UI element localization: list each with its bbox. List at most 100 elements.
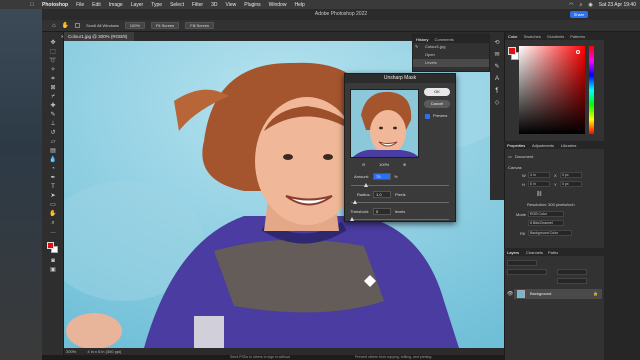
control-center-icon[interactable]: ◉ <box>588 2 592 8</box>
menu-plugins[interactable]: Plugins <box>244 2 260 8</box>
paragraph-panel-icon[interactable]: ¶ <box>492 88 502 95</box>
bit-depth-select[interactable]: 8 Bits/Channel <box>528 220 564 226</box>
tab-properties[interactable]: Properties <box>507 143 525 148</box>
foreground-color-chip[interactable] <box>508 47 516 55</box>
tab-patterns[interactable]: Patterns <box>570 34 585 39</box>
right-scroll-area[interactable] <box>604 32 640 360</box>
preview-checkbox[interactable] <box>425 114 430 119</box>
menu-filter[interactable]: Filter <box>192 2 203 8</box>
magic-wand-tool-icon[interactable]: ✧ <box>48 67 58 74</box>
eyedropper-tool-icon[interactable]: ⌿ <box>48 94 58 101</box>
brush-settings-icon[interactable]: ✎ <box>492 64 502 71</box>
close-tab-icon[interactable]: × <box>61 32 64 41</box>
radius-slider-handle[interactable] <box>353 200 357 204</box>
status-zoom[interactable]: 300% <box>66 349 76 354</box>
apple-icon[interactable]:  <box>30 2 34 8</box>
menu-file[interactable]: File <box>76 2 84 8</box>
menu-help[interactable]: Help <box>294 2 304 8</box>
shapes-panel-icon[interactable]: ◇ <box>492 100 502 107</box>
menu-type[interactable]: Type <box>151 2 162 8</box>
zoom-100-button[interactable]: 100% <box>124 22 146 29</box>
move-tool-icon[interactable]: ✥ <box>48 40 58 47</box>
fill-select[interactable]: Background Color <box>528 230 572 236</box>
height-field[interactable]: 6 in <box>528 181 550 187</box>
hand-tool-icon[interactable]: ✋ <box>62 22 69 29</box>
fill-field[interactable] <box>557 278 587 284</box>
menu-window[interactable]: Window <box>269 2 287 8</box>
history-snapshot[interactable]: ✎ Colour1.jpg <box>413 43 489 51</box>
radius-field[interactable]: 1.0 <box>373 191 391 198</box>
screen-mode-icon[interactable]: ▣ <box>48 267 58 274</box>
dodge-tool-icon[interactable]: ◔ <box>48 166 58 173</box>
cancel-button[interactable]: Cancel <box>424 100 450 108</box>
radius-slider-track[interactable] <box>351 202 449 203</box>
fill-screen-button[interactable]: Fill Screen <box>185 22 215 29</box>
clock[interactable]: Sat 23 Apr 19:40 <box>599 2 636 8</box>
tab-swatches[interactable]: Swatches <box>524 34 541 39</box>
filter-preview[interactable] <box>350 89 419 158</box>
hue-slider[interactable] <box>589 46 594 134</box>
zoom-tool-icon[interactable]: ⌕ <box>48 220 58 227</box>
hand-tool-icon[interactable]: ✋ <box>48 211 58 218</box>
amount-field[interactable]: 75 <box>373 173 391 180</box>
blur-tool-icon[interactable]: 💧 <box>48 157 58 164</box>
amount-slider-handle[interactable] <box>363 183 368 187</box>
app-menu[interactable]: Photoshop <box>42 2 68 8</box>
threshold-slider-handle[interactable] <box>350 217 354 221</box>
tab-paths[interactable]: Paths <box>548 250 558 255</box>
layer-row-background[interactable]: Background 🔒 <box>514 289 602 299</box>
threshold-field[interactable]: 0 <box>373 208 391 215</box>
menu-view[interactable]: View <box>226 2 237 8</box>
rectangle-tool-icon[interactable]: ▭ <box>48 202 58 209</box>
history-item-levels[interactable]: Levels <box>413 59 489 67</box>
quick-mask-icon[interactable]: ◙ <box>48 258 58 265</box>
foreground-color-swatch[interactable] <box>47 242 54 249</box>
link-dimensions-icon[interactable]: ⛓ <box>536 191 542 197</box>
tab-channels[interactable]: Channels <box>526 250 543 255</box>
x-field[interactable]: 0 px <box>560 172 582 178</box>
lock-icon[interactable]: 🔒 <box>593 289 598 299</box>
path-selection-tool-icon[interactable]: ➤ <box>48 193 58 200</box>
menu-select[interactable]: Select <box>170 2 184 8</box>
mode-select[interactable]: RGB Color <box>528 211 564 217</box>
tab-comments[interactable]: Comments <box>434 37 453 42</box>
menu-layer[interactable]: Layer <box>131 2 144 8</box>
wifi-icon[interactable]: ◠ <box>569 2 573 8</box>
y-field[interactable]: 0 px <box>560 181 582 187</box>
tab-color[interactable]: Color <box>508 34 518 39</box>
layer-filter-select[interactable] <box>507 260 537 266</box>
history-brush-tool-icon[interactable]: ↺ <box>48 130 58 137</box>
scroll-all-checkbox[interactable] <box>75 23 81 28</box>
color-picker-field[interactable] <box>519 46 585 134</box>
eraser-tool-icon[interactable]: ▱ <box>48 139 58 146</box>
tab-adjustments[interactable]: Adjustments <box>532 143 554 148</box>
brush-tool-icon[interactable]: ✎ <box>48 112 58 119</box>
fit-screen-button[interactable]: Fit Screen <box>151 22 180 29</box>
menu-image[interactable]: Image <box>109 2 123 8</box>
menu-3d[interactable]: 3D <box>211 2 217 8</box>
color-picker-cursor[interactable] <box>576 50 580 54</box>
blend-mode-select[interactable] <box>507 269 547 275</box>
tab-history[interactable]: History <box>416 37 428 42</box>
clone-stamp-tool-icon[interactable]: ⊥ <box>48 121 58 128</box>
tab-layers[interactable]: Layers <box>507 250 519 255</box>
gradient-tool-icon[interactable]: ▤ <box>48 148 58 155</box>
history-panel-icon[interactable]: ⟲ <box>492 40 502 47</box>
search-icon[interactable]: ⌕ <box>580 2 583 8</box>
status-doc-info[interactable]: 4 in x 6 in (300 ppi) <box>87 349 121 354</box>
width-field[interactable]: 4 in <box>528 172 550 178</box>
visibility-eye-icon[interactable]: 👁 <box>507 291 513 297</box>
comments-panel-icon[interactable]: ✉ <box>492 52 502 59</box>
character-panel-icon[interactable]: A <box>492 76 502 83</box>
history-item-open[interactable]: Open <box>413 51 489 59</box>
pen-tool-icon[interactable]: ✒ <box>48 175 58 182</box>
frame-tool-icon[interactable]: ⊠ <box>48 85 58 92</box>
tab-libraries[interactable]: Libraries <box>561 143 576 148</box>
more-tools-icon[interactable]: … <box>48 229 58 236</box>
lasso-tool-icon[interactable]: ➰ <box>48 58 58 65</box>
canvas-section-label[interactable]: Canvas <box>508 165 522 170</box>
marquee-tool-icon[interactable]: ⬚ <box>48 49 58 56</box>
home-icon[interactable]: ⌂ <box>52 23 56 29</box>
menu-edit[interactable]: Edit <box>92 2 101 8</box>
share-button[interactable]: Share <box>570 11 588 18</box>
